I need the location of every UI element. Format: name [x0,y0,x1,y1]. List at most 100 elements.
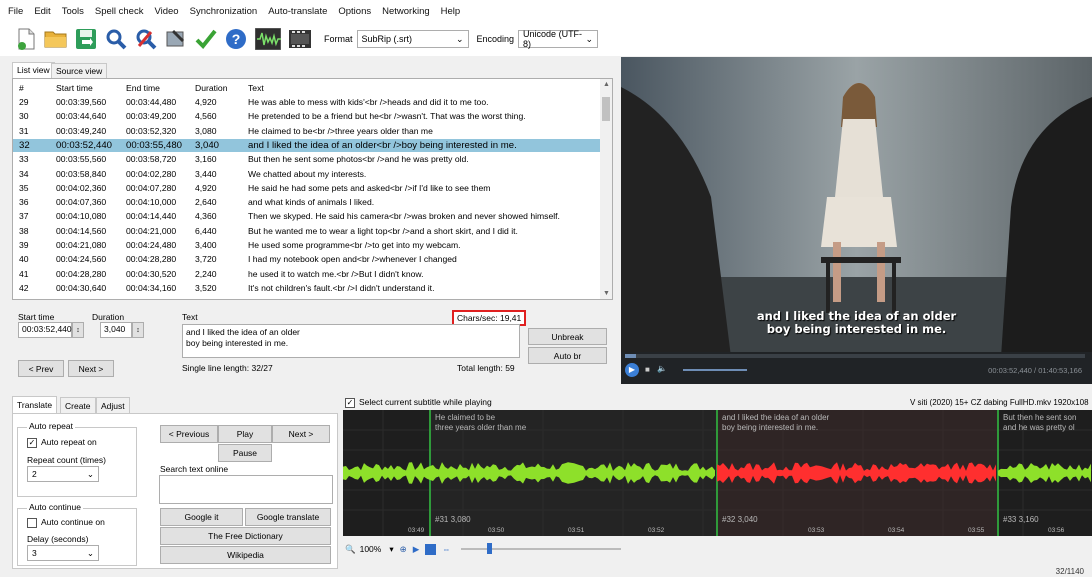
duration-input[interactable]: 3,040 [100,322,132,338]
row-end-time: 00:04:10,000 [126,197,177,208]
stop-icon[interactable]: ■ [645,365,650,374]
waveform-toolbar: 🔍 100% ▾ ⊕ ▶ ⇔ [345,541,621,557]
header-end-time[interactable]: End time [126,81,160,95]
wave-label-31: #31 3,080 [435,515,471,524]
subtitle-list[interactable]: # Start time End time Duration Text 29 00… [12,78,613,300]
unbreak-button[interactable]: Unbreak [528,328,607,345]
new-icon[interactable] [14,27,38,51]
zoom-in-icon[interactable]: ⊕ [400,544,407,555]
video-player[interactable]: and I liked the idea of an older boy bei… [621,57,1092,384]
fix-icon[interactable] [164,27,188,51]
list-scrollbar[interactable]: ▲ ▼ [600,79,612,299]
previous-button[interactable]: < Previous [160,425,218,443]
start-time-spinner[interactable]: ↕ [72,322,84,338]
table-row[interactable]: 29 00:03:39,560 00:03:44,480 4,920 He was ab… [13,96,601,110]
auto-continue-checkbox[interactable]: Auto continue on [27,517,105,528]
play-selection-icon[interactable]: ▶ [413,544,420,555]
duration-spinner[interactable]: ↕ [132,322,144,338]
find-icon[interactable] [104,27,128,51]
volume-icon[interactable]: 🔈 [657,364,667,373]
format-select[interactable]: SubRip (.srt) ⌄ [356,30,469,48]
repeat-count-select[interactable]: 2 ⌄ [27,466,99,482]
menu-auto-translate[interactable]: Auto-translate [268,6,327,17]
waveform-position-slider[interactable] [460,543,621,554]
table-row[interactable]: 35 00:04:02,360 00:04:07,280 4,920 He said h… [13,182,601,196]
replace-icon[interactable] [134,27,158,51]
header-duration[interactable]: Duration [195,81,227,95]
header-text[interactable]: Text [248,81,264,95]
table-row[interactable]: 41 00:04:28,280 00:04:30,520 2,240 he used i… [13,268,601,282]
menu-edit[interactable]: Edit [34,6,50,17]
table-row[interactable]: 31 00:03:49,240 00:03:52,320 3,080 He claime… [13,125,601,139]
duration-label: Duration [92,312,125,322]
open-icon[interactable] [44,27,68,51]
row-number: 42 [19,282,29,293]
table-row[interactable]: 32 00:03:52,440 00:03:55,480 3,040 and I lik… [13,138,601,153]
spellcheck-icon[interactable] [194,27,218,51]
free-dictionary-button[interactable]: The Free Dictionary [160,527,331,545]
tab-adjust[interactable]: Adjust [96,397,130,413]
chevron-down-icon[interactable]: ▾ [389,544,393,555]
tab-translate[interactable]: Translate [12,396,58,413]
auto-repeat-checkbox[interactable]: ✓ Auto repeat on [27,437,97,448]
header-number[interactable]: # [19,81,24,95]
play-button[interactable]: Play [218,425,272,443]
volume-slider[interactable] [683,369,747,371]
menu-video[interactable]: Video [154,6,178,17]
split-icon[interactable]: ⇔ [442,544,451,554]
menu-file[interactable]: File [8,6,23,17]
play-icon[interactable]: ▶ [625,363,639,377]
scroll-thumb[interactable] [602,97,610,121]
menu-networking[interactable]: Networking [382,6,430,17]
seek-bar[interactable] [625,354,1085,358]
zoom-icon[interactable]: 🔍 [345,544,356,555]
header-start-time[interactable]: Start time [56,81,93,95]
save-icon[interactable] [74,27,98,51]
menu-spell-check[interactable]: Spell check [95,6,144,17]
scroll-down-icon[interactable]: ▼ [603,290,610,297]
table-row[interactable]: 36 00:04:07,360 00:04:10,000 2,640 and what … [13,196,601,210]
google-translate-button[interactable]: Google translate [245,508,331,526]
scroll-up-icon[interactable]: ▲ [603,81,610,88]
waveform-icon[interactable] [254,27,282,51]
table-row[interactable]: 30 00:03:44,640 00:03:49,200 4,560 He preten… [13,110,601,124]
video-icon[interactable] [288,27,312,51]
table-row[interactable]: 42 00:04:30,640 00:04:34,160 3,520 It's not … [13,282,601,296]
menu-synchronization[interactable]: Synchronization [190,6,258,17]
table-row[interactable]: 39 00:04:21,080 00:04:24,480 3,400 He used s… [13,239,601,253]
menu-bar: File Edit Tools Spell check Video Synchr… [0,0,1092,22]
pause-button[interactable]: Pause [218,444,272,462]
tab-source-view[interactable]: Source view [51,63,108,78]
row-text: and what kinds of animals I liked. [248,197,375,208]
next-subtitle-button[interactable]: Next > [272,425,330,443]
waveform[interactable]: He claimed to be three years older than … [343,410,1092,536]
menu-help[interactable]: Help [441,6,461,17]
tab-create[interactable]: Create [60,397,96,413]
slider-thumb[interactable] [486,543,492,554]
table-row[interactable]: 33 00:03:55,560 00:03:58,720 3,160 But then … [13,153,601,167]
table-row[interactable]: 34 00:03:58,840 00:04:02,280 3,440 We chatte… [13,168,601,182]
google-it-button[interactable]: Google it [160,508,243,526]
row-text: He said he had some pets and asked<br />… [248,182,491,193]
subtitle-text-input[interactable]: and I liked the idea of an older boy bei… [182,324,520,358]
row-duration: 3,520 [195,282,217,293]
tab-list-view[interactable]: List view [12,62,55,78]
menu-options[interactable]: Options [338,6,371,17]
prev-button[interactable]: < Prev [18,360,64,377]
spectrogram-icon[interactable] [425,543,437,555]
zoom-value[interactable]: 100% [360,544,382,554]
auto-br-button[interactable]: Auto br [528,347,607,364]
table-row[interactable]: 37 00:04:10,080 00:04:14,440 4,360 Then we s… [13,210,601,224]
table-row[interactable]: 40 00:04:24,560 00:04:28,280 3,720 I had my … [13,253,601,267]
start-time-input[interactable]: 00:03:52,440 [18,322,72,338]
wikipedia-button[interactable]: Wikipedia [160,546,331,564]
table-row[interactable]: 38 00:04:14,560 00:04:21,000 6,440 But he wa… [13,225,601,239]
wave-label-32: #32 3,040 [722,515,758,524]
menu-tools[interactable]: Tools [62,6,84,17]
search-online-input[interactable] [159,475,333,504]
select-current-checkbox[interactable]: ✓ Select current subtitle while playing [345,397,492,408]
help-icon[interactable]: ? [224,27,248,51]
delay-select[interactable]: 3 ⌄ [27,545,99,561]
next-button[interactable]: Next > [68,360,114,377]
encoding-select[interactable]: Unicode (UTF-8) ⌄ [518,29,599,49]
